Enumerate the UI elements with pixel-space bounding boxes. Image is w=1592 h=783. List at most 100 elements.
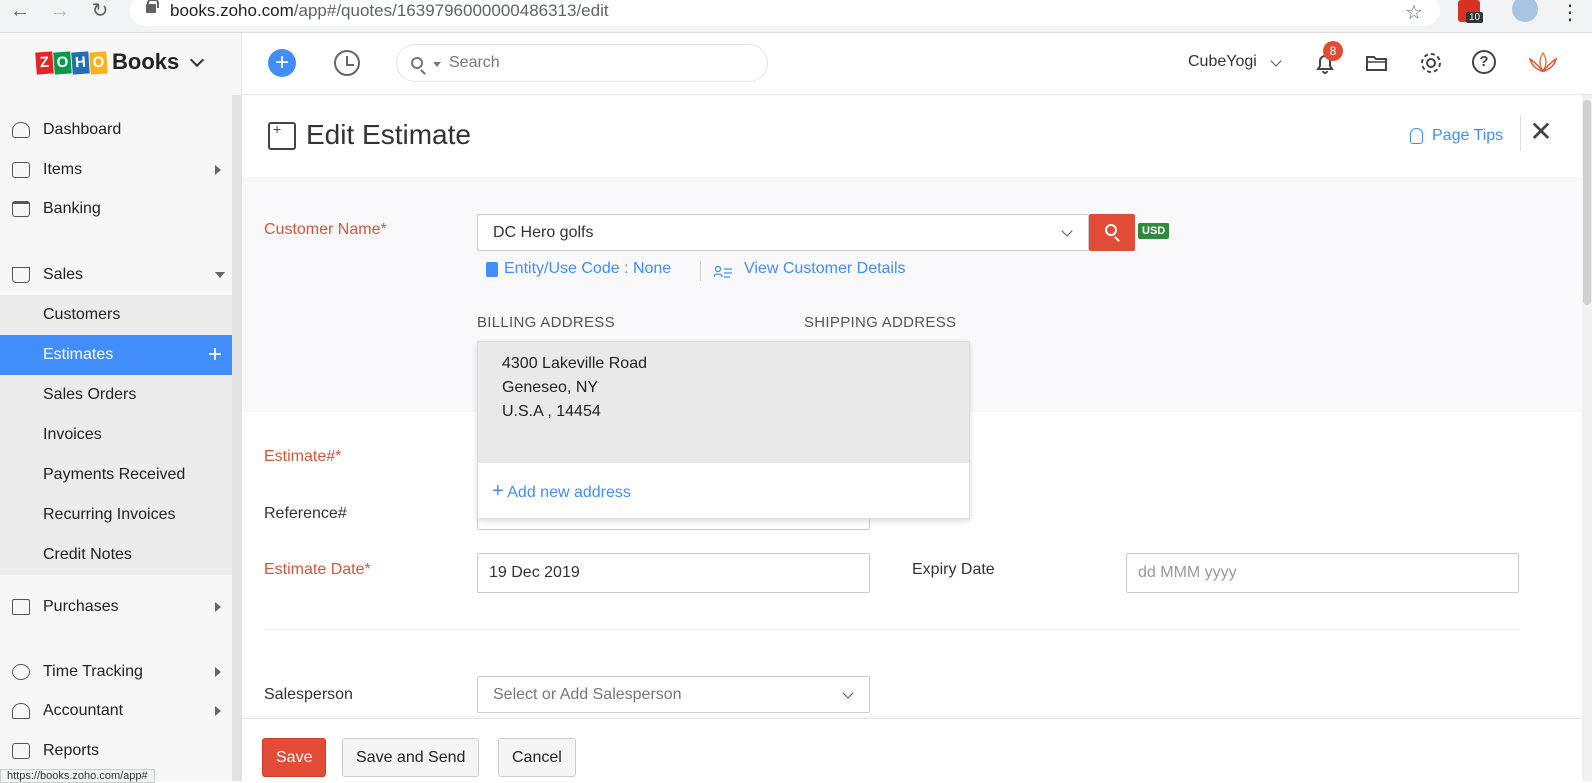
bookmark-star-icon[interactable]: ☆ [1405, 0, 1423, 25]
sidebar-item-estimates[interactable]: Estimates + [0, 335, 232, 375]
page-title: Edit Estimate [306, 119, 471, 150]
search-icon[interactable] [411, 57, 423, 69]
salesperson-label: Salesperson [264, 686, 353, 703]
scrollbar-thumb[interactable] [1583, 100, 1591, 305]
estimate-date-label: Estimate Date* [264, 561, 371, 578]
app-header: Z O H O Books + CubeYogi 8 ? [0, 33, 1592, 95]
reload-icon[interactable]: ↻ [86, 0, 114, 24]
customer-value: DC Hero golfs [493, 224, 594, 241]
sidebar-item-accountant[interactable]: Accountant [0, 691, 232, 731]
history-icon[interactable] [334, 50, 360, 76]
address-line: U.S.A , 14454 [502, 403, 601, 420]
sidebar-item-label: Time Tracking [43, 663, 143, 680]
sidebar-item-reports[interactable]: Reports [0, 731, 232, 771]
browser-menu-icon[interactable]: ⋮ [1560, 0, 1580, 25]
sidebar-item-label: Dashboard [43, 121, 122, 138]
entity-use-code-link[interactable]: Entity/Use Code : None [504, 260, 671, 278]
add-icon[interactable]: + [268, 49, 296, 77]
page-header: Edit Estimate Page Tips ✕ [242, 95, 1582, 177]
sidebar-item-banking[interactable]: Banking [0, 189, 232, 229]
search-input[interactable] [449, 53, 749, 73]
folder-icon[interactable] [1364, 50, 1390, 76]
sidebar-item-label: Reports [43, 742, 100, 759]
estimate-icon [268, 121, 296, 150]
salesperson-placeholder: Select or Add Salesperson [493, 686, 682, 703]
org-switcher[interactable]: CubeYogi [1188, 53, 1257, 71]
add-new-address-link[interactable]: + Add new address [492, 480, 631, 503]
logo-letter: O [53, 51, 72, 75]
sidebar-item-invoices[interactable]: Invoices [0, 415, 232, 455]
brand-switcher[interactable]: Z O H O Books [0, 33, 242, 95]
form-footer: Save Save and Send Cancel [242, 718, 1582, 781]
section-divider [264, 629, 1520, 630]
global-search [396, 44, 768, 82]
sidebar-item-purchases[interactable]: Purchases [0, 587, 232, 627]
cancel-button[interactable]: Cancel [498, 738, 576, 777]
close-icon[interactable]: ✕ [1526, 117, 1556, 147]
sidebar-scrollbar[interactable] [232, 95, 242, 781]
sidebar-item-label: Customers [43, 306, 121, 323]
customer-select[interactable]: DC Hero golfs [477, 214, 1089, 251]
chevron-right-icon [215, 602, 221, 612]
bag-icon [12, 599, 30, 615]
page-tips-link[interactable]: Page Tips [1432, 127, 1503, 145]
add-estimate-icon[interactable]: + [208, 341, 222, 369]
basket-icon [12, 162, 30, 178]
salesperson-select[interactable]: Select or Add Salesperson [477, 676, 870, 713]
back-icon[interactable]: ← [6, 0, 34, 24]
sidebar-item-sales[interactable]: Sales [0, 255, 232, 295]
sidebar-item-credit-notes[interactable]: Credit Notes [0, 535, 232, 575]
customer-search-button[interactable] [1089, 214, 1135, 251]
expiry-date-label: Expiry Date [912, 561, 995, 578]
sidebar-item-sales-orders[interactable]: Sales Orders [0, 375, 232, 415]
save-button[interactable]: Save [262, 738, 327, 777]
view-customer-details-link[interactable]: View Customer Details [744, 260, 906, 278]
lotus-icon[interactable] [1526, 49, 1560, 75]
bank-icon [12, 201, 30, 217]
sidebar-item-time-tracking[interactable]: Time Tracking [0, 652, 232, 692]
plus-icon: + [492, 480, 504, 502]
reports-icon [12, 743, 30, 759]
caret-down-icon[interactable] [433, 62, 441, 67]
address-bar[interactable]: books.zoho.com/app#/quotes/1639796000000… [130, 0, 1440, 26]
gear-icon[interactable] [1418, 50, 1444, 76]
timer-icon [12, 664, 30, 680]
sidebar-item-label: Items [43, 161, 83, 178]
estimate-date-value: 19 Dec 2019 [489, 564, 580, 581]
chevron-down-icon [215, 272, 225, 278]
help-icon[interactable]: ? [1472, 50, 1498, 76]
chevron-down-icon[interactable] [1061, 225, 1073, 237]
sidebar-item-payments-received[interactable]: Payments Received [0, 455, 232, 495]
sidebar-item-label: Sales Orders [43, 386, 137, 403]
billing-address-heading: BILLING ADDRESS [477, 314, 615, 331]
logo-letter: H [71, 51, 90, 75]
sidebar-item-items[interactable]: Items [0, 150, 232, 190]
sidebar-item-label: Invoices [43, 426, 102, 443]
logo-letter: O [89, 51, 108, 75]
notification-badge: 8 [1323, 41, 1343, 61]
url-text: books.zoho.com/app#/quotes/1639796000000… [170, 1, 609, 20]
currency-badge: USD [1138, 223, 1170, 239]
divider [1520, 115, 1521, 151]
bulb-icon[interactable] [1410, 128, 1423, 144]
percent-icon[interactable] [486, 262, 498, 277]
chevron-down-icon[interactable] [1270, 55, 1282, 67]
sidebar-item-recurring-invoices[interactable]: Recurring Invoices [0, 495, 232, 535]
chevron-down-icon[interactable] [842, 687, 854, 699]
browser-toolbar: ← → ↻ books.zoho.com/app#/quotes/1639796… [0, 0, 1592, 33]
divider [700, 261, 701, 281]
sidebar-item-label: Recurring Invoices [43, 506, 176, 523]
expiry-date-input[interactable]: dd MMM yyyy [1126, 553, 1519, 593]
forward-icon[interactable]: → [46, 0, 74, 24]
sidebar: Dashboard Items Banking Sales Customers … [0, 95, 232, 781]
sidebar-item-label: Sales [43, 266, 84, 283]
estimate-date-input[interactable]: 19 Dec 2019 [477, 553, 870, 593]
shipping-address-heading: SHIPPING ADDRESS [804, 314, 957, 331]
save-and-send-button[interactable]: Save and Send [342, 738, 480, 777]
sidebar-item-dashboard[interactable]: Dashboard [0, 110, 232, 150]
customer-details-icon[interactable] [714, 266, 732, 278]
address-option[interactable]: 4300 Lakeville Road Geneseo, NY U.S.A , … [478, 342, 969, 463]
profile-avatar[interactable] [1512, 0, 1538, 22]
sidebar-item-label: Accountant [43, 702, 124, 719]
sidebar-item-customers[interactable]: Customers [0, 295, 232, 335]
